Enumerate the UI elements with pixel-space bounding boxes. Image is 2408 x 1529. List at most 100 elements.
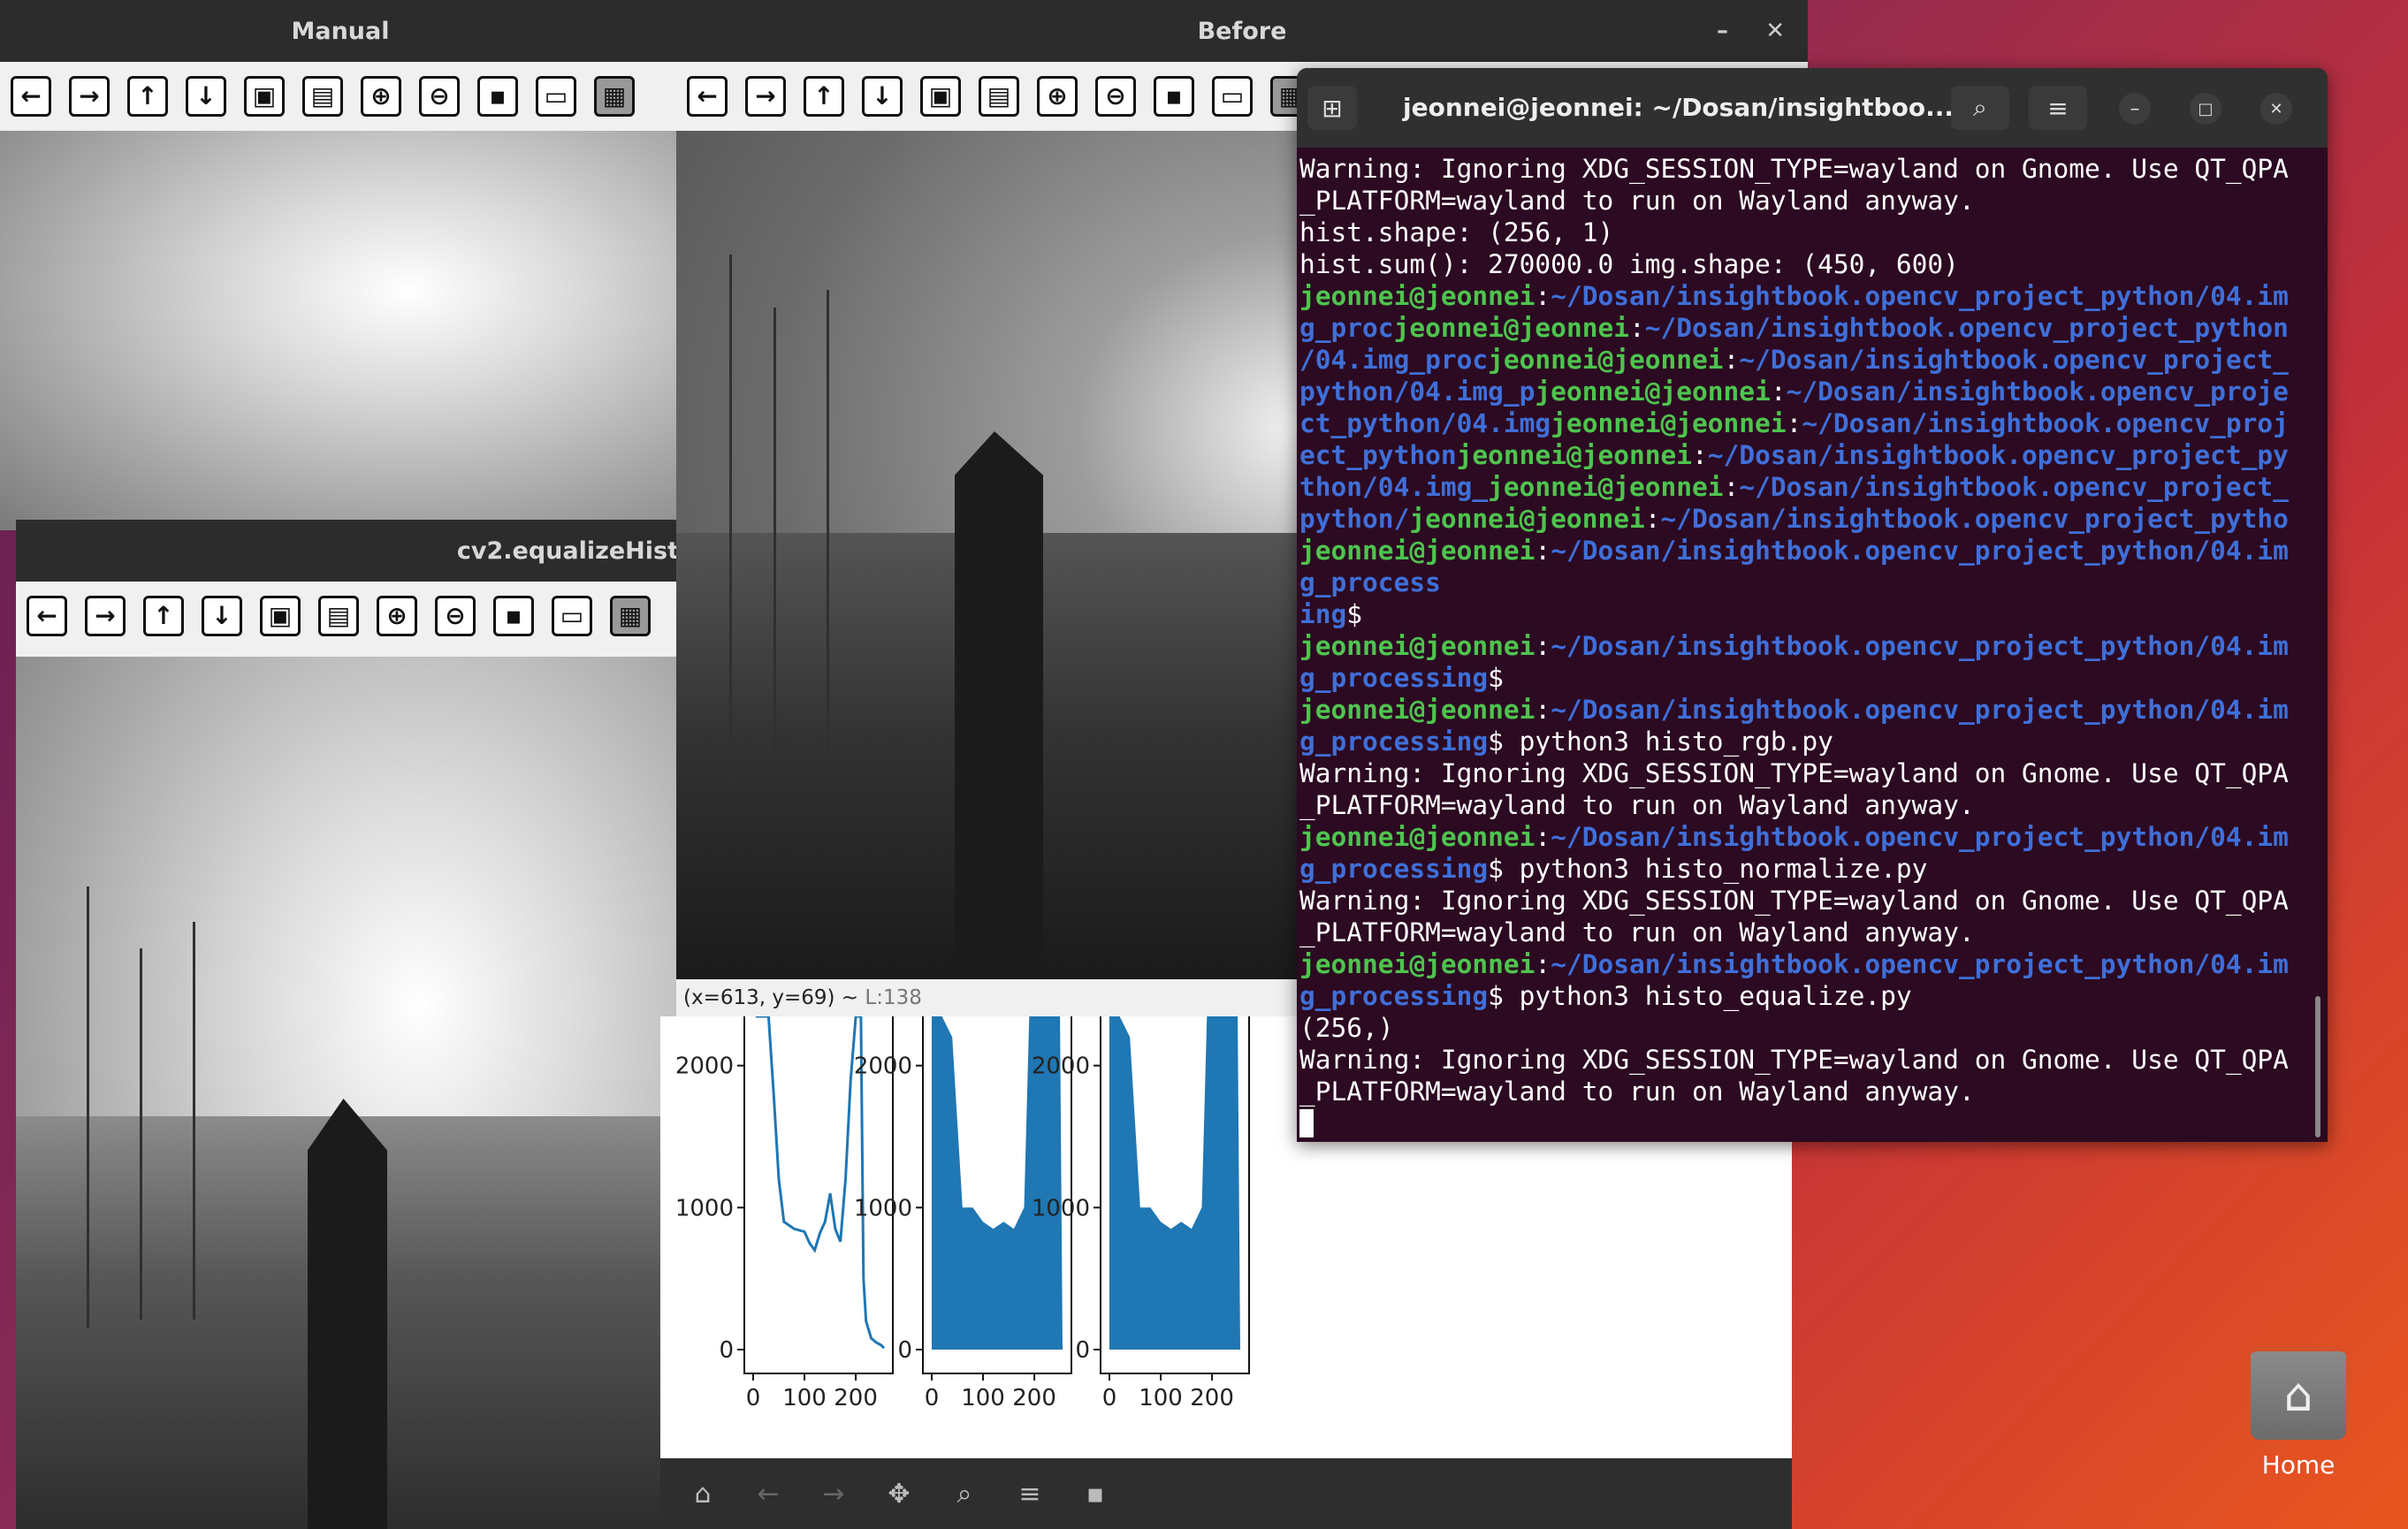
down-arrow-icon[interactable]: ↓	[862, 76, 903, 117]
down-arrow-icon[interactable]: ↓	[186, 76, 226, 117]
terminal-text: :	[1770, 377, 1787, 407]
terminal-header[interactable]: ⊞ jeonnei@jeonnei: ~/Dosan/insightboo...…	[1297, 68, 2328, 148]
terminal-text: g_processing	[1299, 663, 1489, 693]
forward-icon[interactable]: →	[816, 1476, 851, 1511]
terminal-text: :	[1535, 536, 1551, 566]
terminal-text: hist.sum(): 270000.0 img.shape: (450, 60…	[1299, 249, 1959, 279]
mast	[827, 290, 829, 767]
y-tick-label: 1000	[854, 1195, 912, 1221]
clipboard-icon[interactable]: ▭	[536, 76, 576, 117]
close-icon[interactable]: ✕	[1765, 18, 1785, 44]
back-arrow-icon[interactable]: ←	[11, 76, 51, 117]
image-settings-icon[interactable]: ▤	[302, 76, 343, 117]
zoom-in-icon[interactable]: ⊕	[1037, 76, 1078, 117]
home-folder[interactable]: ⌂ Home	[2245, 1339, 2351, 1480]
zoom-out-icon[interactable]: ⊖	[1095, 76, 1136, 117]
search-icon[interactable]: ⌕	[1951, 86, 2009, 130]
terminal-window[interactable]: ⊞ jeonnei@jeonnei: ~/Dosan/insightboo...…	[1297, 68, 2328, 1142]
maximize-icon[interactable]: □	[2190, 93, 2221, 125]
configure-icon[interactable]: ≡	[1012, 1476, 1048, 1511]
mast	[87, 886, 89, 1328]
properties-icon[interactable]: ▦	[594, 76, 635, 117]
terminal-text: jeonnei@jeonnei	[1299, 631, 1535, 661]
terminal-text: g_processing	[1299, 854, 1489, 884]
terminal-line: Warning: Ignoring XDG_SESSION_TYPE=wayla…	[1299, 153, 2310, 185]
scrollbar[interactable]	[2315, 996, 2320, 1137]
save-icon[interactable]: ▪	[1154, 76, 1194, 117]
minimize-icon[interactable]: –	[2119, 93, 2151, 125]
up-arrow-icon[interactable]: ↑	[127, 76, 168, 117]
home-icon[interactable]: ⌂	[685, 1476, 720, 1511]
mast	[773, 308, 776, 767]
terminal-line: thon/04.img_jeonnei@jeonnei:~/Dosan/insi…	[1299, 471, 2310, 503]
terminal-text: _PLATFORM=wayland to run on Wayland anyw…	[1299, 186, 1975, 216]
menu-icon[interactable]: ≡	[2029, 86, 2087, 130]
save-icon[interactable]: ▪	[1078, 1476, 1113, 1511]
back-arrow-icon[interactable]: ←	[27, 596, 67, 636]
terminal-line: _PLATFORM=wayland to run on Wayland anyw…	[1299, 917, 2310, 948]
terminal-text: g_processing	[1299, 981, 1489, 1011]
zoom-icon[interactable]: ⌕	[947, 1476, 982, 1511]
terminal-line: Warning: Ignoring XDG_SESSION_TYPE=wayla…	[1299, 757, 2310, 789]
equalize-image	[16, 657, 688, 1529]
x-tick-label: 100	[1139, 1385, 1183, 1411]
zoom-in-icon[interactable]: ⊕	[377, 596, 417, 636]
image-icon[interactable]: ▣	[260, 596, 301, 636]
terminal-line: jeonnei@jeonnei:~/Dosan/insightbook.open…	[1299, 630, 2310, 662]
manual-window[interactable]: Manual ← → ↑ ↓ ▣ ▤ ⊕ ⊖ ▪ ▭ ▦	[0, 0, 681, 530]
clipboard-icon[interactable]: ▭	[552, 596, 592, 636]
clipboard-icon[interactable]: ▭	[1212, 76, 1253, 117]
x-tick-label: 0	[925, 1385, 940, 1411]
pillar	[308, 1099, 387, 1529]
terminal-text: :	[1629, 313, 1645, 343]
terminal-text: :	[1535, 949, 1551, 979]
before-titlebar[interactable]: Before – ✕	[676, 0, 1808, 62]
new-tab-icon[interactable]: ⊞	[1307, 86, 1357, 130]
up-arrow-icon[interactable]: ↑	[804, 76, 844, 117]
forward-arrow-icon[interactable]: →	[745, 76, 786, 117]
terminal-line: (256,)	[1299, 1012, 2310, 1044]
properties-icon[interactable]: ▦	[610, 596, 651, 636]
terminal-text: :	[1723, 472, 1740, 502]
terminal-text: ~/Dosan/insightbook.opencv_proje	[1786, 377, 2289, 407]
terminal-text: jeonnei@jeonnei	[1299, 536, 1535, 566]
terminal-text: jeonnei@jeonnei	[1456, 440, 1693, 470]
manual-toolbar: ← → ↑ ↓ ▣ ▤ ⊕ ⊖ ▪ ▭ ▦	[0, 62, 681, 131]
image-settings-icon[interactable]: ▤	[318, 596, 359, 636]
equalize-titlebar[interactable]: cv2.equalizeHist	[16, 520, 688, 582]
equalize-window[interactable]: cv2.equalizeHist ← → ↑ ↓ ▣ ▤ ⊕ ⊖ ▪ ▭ ▦	[16, 520, 688, 1529]
image-icon[interactable]: ▣	[920, 76, 961, 117]
back-icon[interactable]: ←	[751, 1476, 786, 1511]
terminal-text: ~/Dosan/insightbook.opencv_project_pytho…	[1551, 949, 2289, 979]
terminal-text: :	[1786, 408, 1802, 438]
minimize-icon[interactable]: –	[1717, 18, 1728, 44]
pan-icon[interactable]: ✥	[881, 1476, 917, 1511]
save-icon[interactable]: ▪	[493, 596, 534, 636]
forward-arrow-icon[interactable]: →	[85, 596, 126, 636]
terminal-text: g_proc	[1299, 313, 1394, 343]
terminal-line: ing$	[1299, 598, 2310, 630]
zoom-in-icon[interactable]: ⊕	[361, 76, 401, 117]
zoom-out-icon[interactable]: ⊖	[435, 596, 476, 636]
back-arrow-icon[interactable]: ←	[687, 76, 728, 117]
terminal-text: ~/Dosan/insightbook.opencv_project_pytho…	[1551, 695, 2289, 725]
manual-titlebar[interactable]: Manual	[0, 0, 681, 62]
terminal-output[interactable]: Warning: Ignoring XDG_SESSION_TYPE=wayla…	[1299, 153, 2310, 1137]
up-arrow-icon[interactable]: ↑	[143, 596, 184, 636]
image-icon[interactable]: ▣	[244, 76, 285, 117]
terminal-text: :	[1535, 822, 1551, 852]
terminal-text: Warning: Ignoring XDG_SESSION_TYPE=wayla…	[1299, 886, 2289, 916]
pixel-value: L:138	[865, 986, 922, 1009]
terminal-text: ~/Dosan/insightbook.opencv_project_pytho…	[1551, 631, 2289, 661]
zoom-out-icon[interactable]: ⊖	[419, 76, 460, 117]
forward-arrow-icon[interactable]: →	[69, 76, 110, 117]
histogram-area	[1109, 1016, 1240, 1350]
terminal-text: $	[1488, 663, 1504, 693]
terminal-line: g_processing$ python3 histo_rgb.py	[1299, 726, 2310, 757]
terminal-line: python/04.img_pjeonnei@jeonnei:~/Dosan/i…	[1299, 376, 2310, 407]
image-settings-icon[interactable]: ▤	[979, 76, 1019, 117]
down-arrow-icon[interactable]: ↓	[202, 596, 242, 636]
terminal-text: ct_python/04.img	[1299, 408, 1551, 438]
close-icon[interactable]: ✕	[2260, 93, 2292, 125]
save-icon[interactable]: ▪	[477, 76, 518, 117]
